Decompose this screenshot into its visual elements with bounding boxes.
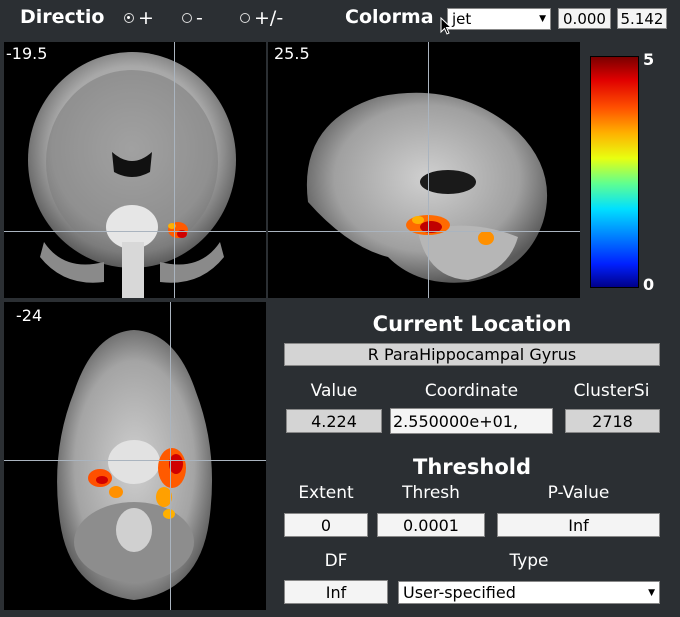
colormap-select-value: jet: [452, 10, 472, 28]
df-input[interactable]: Inf: [284, 580, 388, 604]
axial-view[interactable]: -24: [4, 302, 266, 610]
coronal-crosshair-horizontal: [4, 231, 266, 232]
chevron-down-icon: ▼: [648, 587, 655, 598]
axial-brain-image: [57, 330, 213, 600]
radio-checked-icon[interactable]: [124, 13, 134, 23]
radio-unchecked-icon[interactable]: [240, 13, 250, 23]
sagittal-crosshair-vertical: [428, 42, 429, 298]
axial-crosshair-horizontal: [4, 460, 266, 461]
threshold-title: Threshold: [413, 455, 531, 479]
direction-radio-both[interactable]: +/-: [240, 7, 283, 29]
coronal-view[interactable]: -19.5: [4, 42, 266, 298]
coordinate-label: Coordinate: [424, 381, 519, 401]
pvalue-input[interactable]: Inf: [497, 513, 660, 537]
pvalue-label: P-Value: [547, 483, 610, 503]
direction-radio-plus[interactable]: +: [124, 7, 154, 29]
colorbar-max-label: 5: [643, 50, 655, 69]
thresh-label: Thresh: [402, 483, 460, 503]
sagittal-view[interactable]: 25.5: [268, 42, 580, 298]
colorbar: [590, 56, 639, 288]
current-location-title: Current Location: [372, 312, 572, 336]
threshold-type-select[interactable]: User-specified ▼: [398, 581, 660, 604]
value-label: Value: [310, 381, 358, 401]
coordinate-input[interactable]: 2.550000e+01,: [390, 408, 553, 434]
axial-crosshair-vertical: [170, 302, 171, 610]
radio-plus-label: +: [138, 7, 154, 29]
sagittal-slice-label: 25.5: [274, 44, 310, 63]
axial-slice-label: -24: [16, 306, 43, 325]
range-max-input[interactable]: 5.142: [617, 8, 667, 29]
radio-minus-label: -: [196, 7, 203, 29]
mouse-cursor-icon: [440, 17, 453, 35]
colormap-label: Colorma: [345, 6, 434, 28]
cluster-size-label: ClusterSi: [573, 381, 650, 401]
extent-label: Extent: [298, 483, 354, 503]
coronal-slice-label: -19.5: [6, 44, 48, 63]
chevron-down-icon: ▼: [539, 14, 546, 24]
region-field: R ParaHippocampal Gyrus: [284, 343, 660, 366]
colorbar-min-label: 0: [643, 275, 655, 294]
thresh-input[interactable]: 0.0001: [377, 513, 485, 537]
sagittal-crosshair-horizontal: [268, 231, 580, 232]
type-label: Type: [509, 551, 549, 571]
value-field: 4.224: [286, 409, 382, 433]
sagittal-brain-image: [306, 92, 548, 283]
coronal-brain-image: [28, 52, 236, 298]
threshold-type-value: User-specified: [403, 583, 516, 602]
direction-label: Directio: [20, 6, 105, 28]
radio-both-label: +/-: [254, 7, 284, 29]
coronal-crosshair-vertical: [174, 42, 175, 298]
radio-unchecked-icon[interactable]: [182, 13, 192, 23]
range-min-input[interactable]: 0.000: [558, 8, 611, 29]
extent-input[interactable]: 0: [284, 513, 368, 537]
direction-radio-minus[interactable]: -: [182, 7, 203, 29]
cluster-size-field: 2718: [565, 409, 660, 433]
colormap-select[interactable]: jet ▼: [447, 8, 551, 30]
df-label: DF: [324, 551, 348, 571]
